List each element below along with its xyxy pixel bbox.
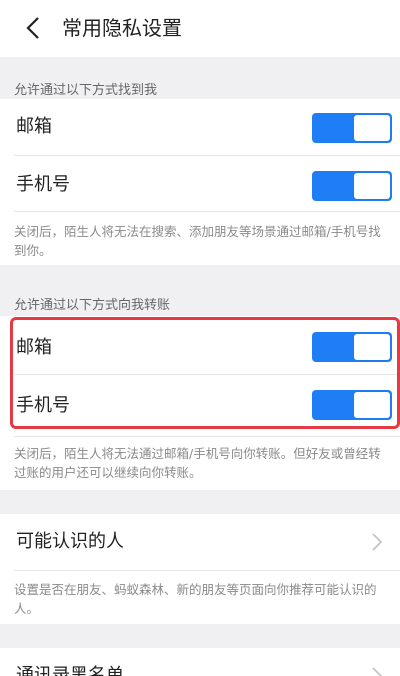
chevron-left-icon xyxy=(26,17,39,39)
back-button[interactable] xyxy=(22,15,44,41)
row-contacts-blacklist[interactable]: 通讯录黑名单 xyxy=(0,648,400,676)
divider xyxy=(14,570,400,571)
toggle-knob xyxy=(354,173,390,199)
section-heading-transfer: 允许通过以下方式向我转账 xyxy=(14,298,171,313)
header-bar: 常用隐私设置 xyxy=(0,0,400,57)
note-people-you-may-know: 设置是否在朋友、蚂蚁森林、新的朋友等页面向你推荐可能认识的人。 xyxy=(14,582,377,616)
toggle-knob xyxy=(354,115,390,141)
note-find-me: 关闭后，陌生人将无法在搜索、添加朋友等场景通过邮箱/手机号找到你。 xyxy=(14,224,381,258)
section-heading-find-me: 允许通过以下方式找到我 xyxy=(14,83,158,98)
toggle-phone-find[interactable] xyxy=(312,171,392,201)
section-blacklist: 通讯录黑名单 xyxy=(0,648,400,676)
divider xyxy=(14,436,400,437)
page-title: 常用隐私设置 xyxy=(62,16,182,40)
row-people-you-may-know[interactable]: 可能认识的人 xyxy=(0,514,400,570)
row-label-email-find: 邮箱 xyxy=(16,116,52,137)
row-label-contacts-blacklist: 通讯录黑名单 xyxy=(16,665,124,676)
highlight-box xyxy=(10,317,400,429)
divider xyxy=(14,211,400,212)
chevron-right-icon xyxy=(372,667,383,676)
row-label-phone-find: 手机号 xyxy=(16,174,70,195)
divider xyxy=(14,155,400,156)
chevron-right-icon xyxy=(372,533,383,551)
note-transfer: 关闭后，陌生人将无法通过邮箱/手机号向你转账。但好友或曾经转过账的用户还可以继续… xyxy=(14,446,381,480)
toggle-email-find[interactable] xyxy=(312,113,392,143)
row-label-people-you-may-know: 可能认识的人 xyxy=(16,531,124,552)
